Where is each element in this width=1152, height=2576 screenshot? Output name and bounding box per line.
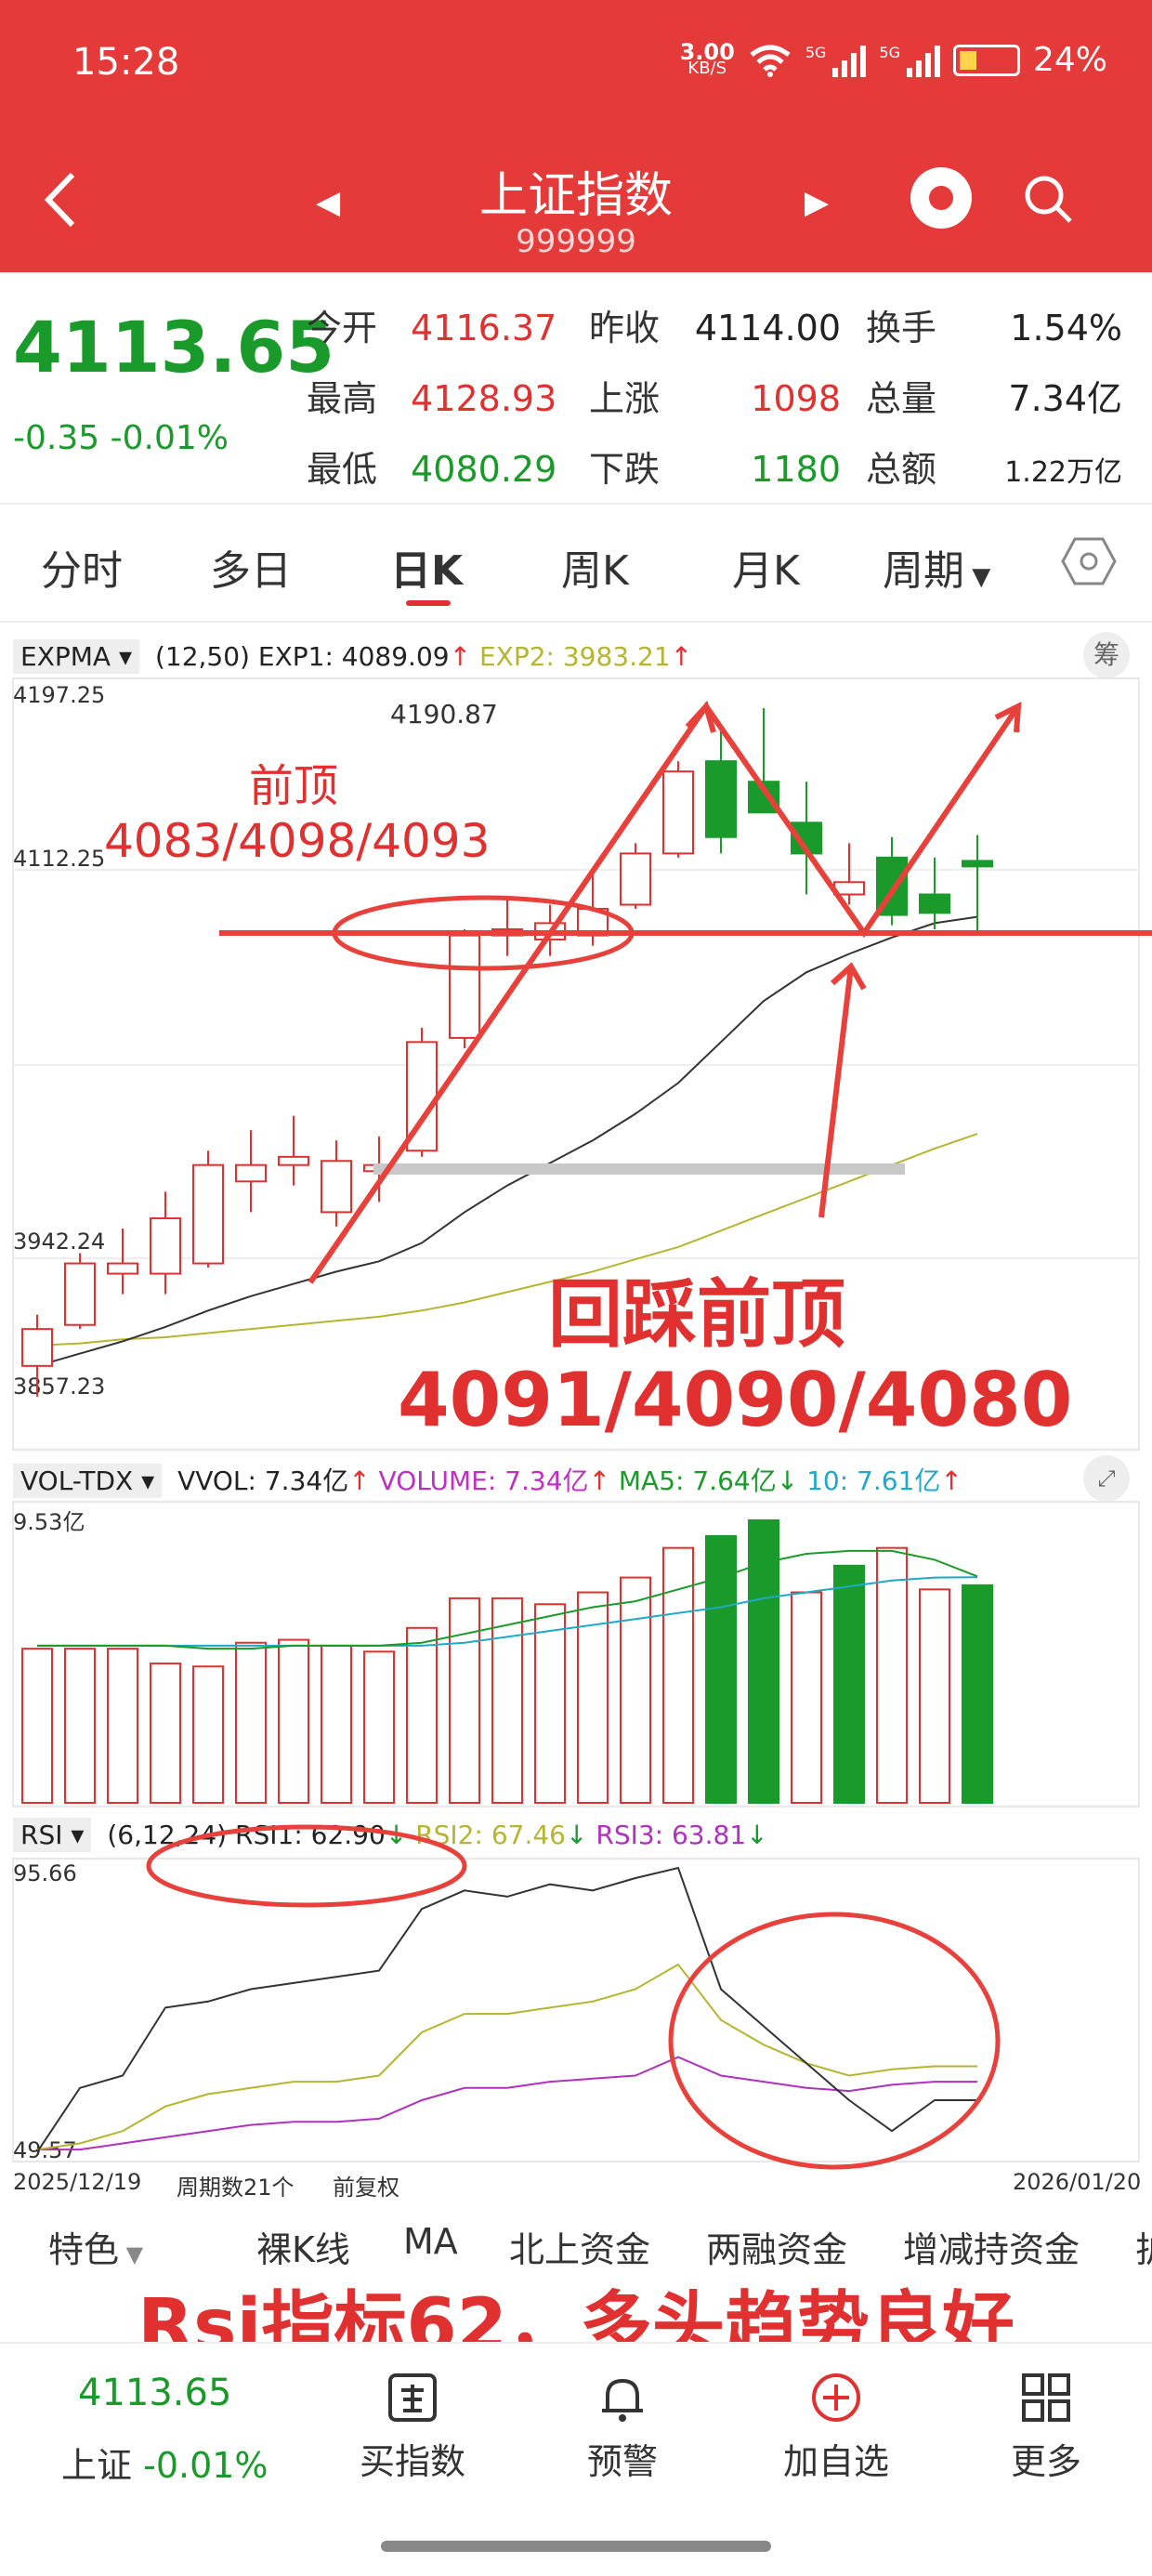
volume-bar (449, 1597, 480, 1804)
nav-index-name: 上证 (61, 2445, 133, 2486)
candle-body (107, 1262, 138, 1275)
plus-circle-icon (812, 2373, 860, 2422)
home-indicator[interactable] (381, 2541, 771, 2552)
volume-bar (406, 1626, 438, 1804)
candle-body (321, 1160, 352, 1214)
buy-index-label: 买指数 (359, 2441, 465, 2482)
grid-icon (1022, 2373, 1070, 2422)
peak-price-label: 4190.87 (390, 699, 498, 729)
candle-body (150, 1217, 181, 1275)
volume-bar (876, 1546, 908, 1804)
annotation-pullback-title: 回踩前顶 (548, 1271, 845, 1358)
nav-index-pct: -0.01% (143, 2445, 268, 2486)
tool-tab-naked-k[interactable]: 裸K线 (256, 2221, 350, 2272)
buy-index-button[interactable]: 买指数 (320, 2372, 505, 2484)
candle-body (705, 760, 737, 838)
bottom-navbar: 4113.65 上证 -0.01% 买指数 预警 加自选 更多 (0, 2342, 1152, 2528)
candle-body (962, 860, 993, 868)
candle-body (620, 852, 651, 906)
chevron-down-icon: ▼ (119, 2241, 144, 2267)
volume-bar (620, 1576, 651, 1804)
add-watchlist-button[interactable]: 加自选 (743, 2372, 929, 2484)
rsi2-line (36, 1963, 977, 2151)
candle-body (278, 1155, 309, 1166)
volume-bar (705, 1534, 737, 1804)
volume-bar (21, 1648, 53, 1804)
volume-bar (534, 1603, 566, 1804)
volume-bar (919, 1588, 950, 1805)
rsi-value-circle-annotation (146, 1824, 467, 1908)
volume-bar (791, 1591, 822, 1805)
candle-body (449, 934, 480, 1039)
volume-bar (64, 1648, 96, 1804)
annotation-prev-top-title: 前顶 (249, 760, 339, 812)
tool-tab-holdings[interactable]: 增减持资金 (903, 2221, 1080, 2272)
candle-body (64, 1262, 96, 1326)
rsi1-line (36, 1866, 977, 2153)
volume-bar (192, 1665, 224, 1805)
candle-body (192, 1163, 224, 1265)
volume-bar (833, 1564, 865, 1805)
candle-body (662, 770, 694, 855)
candle-body (21, 1328, 53, 1367)
bell-icon (602, 2378, 643, 2422)
volume-bar (363, 1650, 395, 1804)
volume-bar (150, 1663, 181, 1805)
tool-tab-margin[interactable]: 两融资金 (706, 2221, 847, 2272)
volume-bar (962, 1584, 993, 1804)
buy-icon (388, 2373, 437, 2422)
annotation-prev-top-values: 4083/4098/4093 (104, 814, 491, 868)
tool-tab-northbound[interactable]: 北上资金 (509, 2221, 650, 2272)
alert-button[interactable]: 预警 (530, 2372, 715, 2484)
tool-tab-featured-label: 特色 (48, 2229, 120, 2270)
more-label: 更多 (1010, 2441, 1081, 2482)
pullback-arrow-annotation (818, 962, 867, 1218)
more-button[interactable]: 更多 (953, 2372, 1139, 2484)
rsi-frame (12, 1858, 1140, 2162)
rsi-curve-circle-annotation (668, 1912, 1001, 2170)
arrowhead-annotation (685, 700, 1022, 733)
annotation-pullback-values: 4091/4090/4080 (398, 1357, 1073, 1443)
add-watchlist-label: 加自选 (782, 2441, 889, 2482)
candle-body (919, 893, 950, 914)
nav-price[interactable]: 4113.65 (78, 2372, 231, 2414)
nav-index-summary[interactable]: 上证 -0.01% (61, 2437, 268, 2488)
volume-bar (107, 1648, 138, 1804)
volume-bar (278, 1638, 309, 1805)
tool-tab-more[interactable]: 护 (1135, 2221, 1152, 2272)
tool-tab-featured[interactable]: 特色 ▼ (48, 2221, 143, 2272)
volume-bar (491, 1597, 523, 1804)
candle-body (235, 1163, 267, 1183)
alert-label: 预警 (586, 2441, 658, 2482)
volume-bar (321, 1644, 352, 1804)
volume-bar (235, 1641, 267, 1805)
tool-tab-ma[interactable]: MA (403, 2221, 458, 2262)
